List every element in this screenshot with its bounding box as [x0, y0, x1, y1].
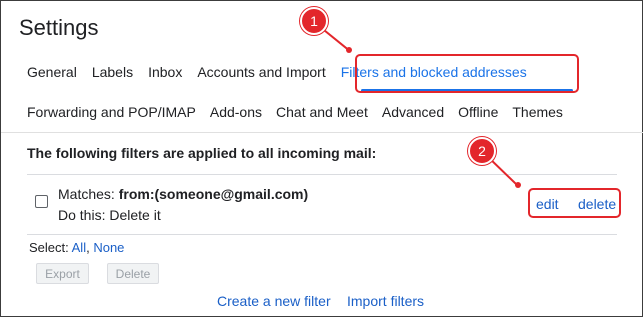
- select-label: Select:: [29, 240, 72, 255]
- callout-2-pointer-dot: [515, 182, 521, 188]
- tab-inbox[interactable]: Inbox: [148, 64, 182, 80]
- tab-general[interactable]: General: [27, 64, 77, 80]
- filter-matches-label: Matches:: [58, 186, 119, 202]
- filter-select-checkbox[interactable]: [35, 195, 48, 208]
- delete-selected-button[interactable]: Delete: [107, 263, 159, 284]
- tab-forwarding-and-pop-imap[interactable]: Forwarding and POP/IMAP: [27, 104, 196, 120]
- select-none-link[interactable]: None: [93, 240, 124, 255]
- filter-action: Do this: Delete it: [58, 207, 161, 223]
- tab-themes[interactable]: Themes: [512, 104, 563, 120]
- tabs-divider: [1, 132, 643, 133]
- export-button[interactable]: Export: [36, 263, 89, 284]
- tab-advanced[interactable]: Advanced: [382, 104, 444, 120]
- tab-offline[interactable]: Offline: [458, 104, 498, 120]
- callout-2-badge: 2: [468, 137, 496, 165]
- filter-list-bottom-divider: [27, 234, 617, 235]
- settings-window: Settings General Labels Inbox Accounts a…: [0, 0, 643, 317]
- select-all-link[interactable]: All: [72, 240, 86, 255]
- tab-labels[interactable]: Labels: [92, 64, 133, 80]
- select-controls: Select: All, None: [29, 240, 124, 255]
- callout-1-highlight-box: [355, 54, 579, 93]
- filter-matches: Matches: from:(someone@gmail.com): [58, 186, 308, 202]
- tab-add-ons[interactable]: Add-ons: [210, 104, 262, 120]
- import-filters-link[interactable]: Import filters: [347, 293, 424, 309]
- tab-accounts-and-import[interactable]: Accounts and Import: [197, 64, 325, 80]
- callout-2-highlight-box: [528, 188, 621, 218]
- filters-heading: The following filters are applied to all…: [27, 145, 377, 161]
- page-title: Settings: [19, 15, 99, 40]
- filter-matches-value: from:(someone@gmail.com): [118, 186, 309, 202]
- callout-1-badge: 1: [300, 7, 328, 35]
- create-new-filter-link[interactable]: Create a new filter: [217, 293, 331, 309]
- tab-chat-and-meet[interactable]: Chat and Meet: [276, 104, 368, 120]
- callout-1-pointer-dot: [346, 47, 352, 53]
- filter-list-top-divider: [27, 174, 617, 175]
- settings-tabs-row-2: Forwarding and POP/IMAP Add-ons Chat and…: [27, 104, 563, 120]
